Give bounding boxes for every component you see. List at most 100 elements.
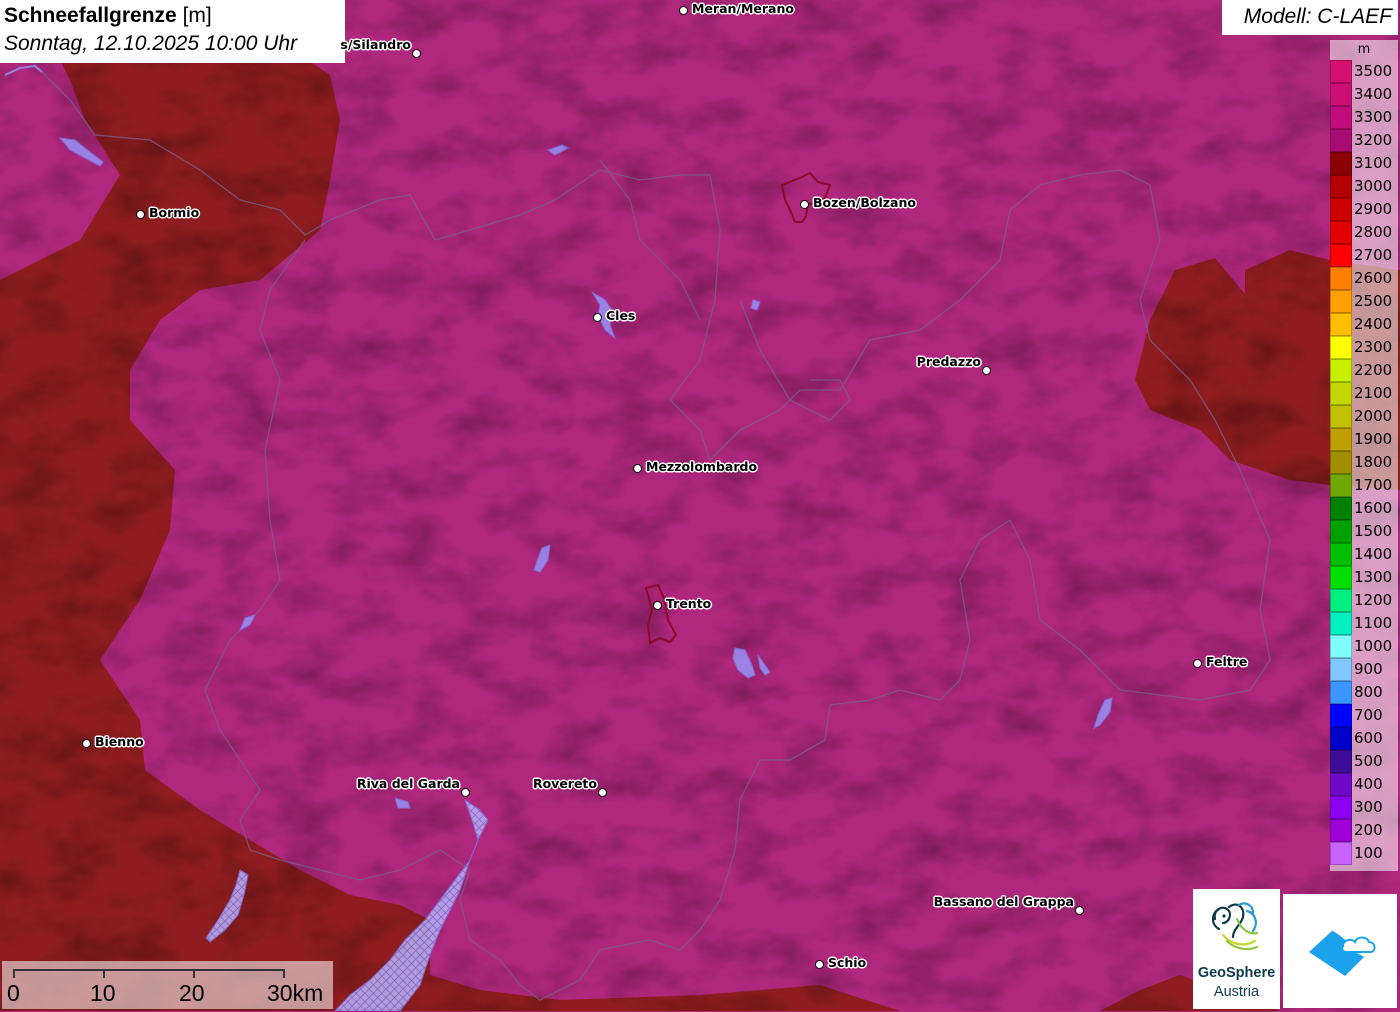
legend-swatch <box>1330 819 1352 842</box>
legend-swatch <box>1330 658 1352 681</box>
legend-label: 2800 <box>1354 223 1393 241</box>
legend-label: 900 <box>1354 660 1383 678</box>
legend-swatch <box>1330 244 1352 267</box>
scale-label: 0 <box>7 980 20 1006</box>
legend-label: 600 <box>1354 729 1383 747</box>
city-label[interactable]: Meran/Merano <box>692 1 794 16</box>
geosphere-emblem-icon <box>1211 902 1259 951</box>
legend-label: 1900 <box>1354 430 1393 448</box>
legend-label: 2000 <box>1354 407 1393 425</box>
city-dot[interactable] <box>1193 659 1202 668</box>
legend-swatch <box>1330 704 1352 727</box>
scale-label: 20 <box>179 980 205 1006</box>
city-label[interactable]: Riva del Garda <box>357 776 460 791</box>
legend-label: 300 <box>1354 798 1383 816</box>
terrain-relief <box>0 0 1400 1011</box>
legend-swatch <box>1330 336 1352 359</box>
city-dot[interactable] <box>461 788 470 797</box>
forecast-datetime: Sonntag, 12.10.2025 10:00 Uhr <box>4 32 298 55</box>
legend-swatch <box>1330 474 1352 497</box>
legend-label: 3000 <box>1354 177 1393 195</box>
legend-swatch <box>1330 313 1352 336</box>
legend-label: 2900 <box>1354 200 1393 218</box>
legend-swatch <box>1330 635 1352 658</box>
legend-label: 3500 <box>1354 62 1393 80</box>
legend-swatch <box>1330 727 1352 750</box>
scale-bar-line <box>14 969 284 971</box>
legend-label: 100 <box>1354 844 1383 862</box>
city-dot[interactable] <box>82 739 91 748</box>
city-dot[interactable] <box>815 960 824 969</box>
legend-label: 3100 <box>1354 154 1393 172</box>
legend-label: 2300 <box>1354 338 1393 356</box>
legend-label: 500 <box>1354 752 1383 770</box>
city-dot[interactable] <box>633 464 642 473</box>
legend-label: 1100 <box>1354 614 1393 632</box>
scale-tick <box>103 969 105 978</box>
title-box: Schneefallgrenze [m] Sonntag, 12.10.2025… <box>0 0 345 63</box>
legend-swatch <box>1330 589 1352 612</box>
legend-swatch <box>1330 382 1352 405</box>
geosphere-logo[interactable]: GeoSphere Austria <box>1193 889 1280 1009</box>
city-dot[interactable] <box>1075 906 1084 915</box>
scale-bar: 0 10 20 30km <box>2 961 333 1009</box>
legend-swatch <box>1330 566 1352 589</box>
scale-label: 10 <box>90 980 116 1006</box>
legend-swatch <box>1330 405 1352 428</box>
city-label[interactable]: Cles <box>606 308 635 323</box>
city-dot[interactable] <box>412 49 421 58</box>
legend-label: 1800 <box>1354 453 1393 471</box>
legend-label: 1300 <box>1354 568 1393 586</box>
legend-label: 1400 <box>1354 545 1393 563</box>
city-dot[interactable] <box>679 6 688 15</box>
house-cloud-icon <box>1309 929 1376 976</box>
city-dot[interactable] <box>598 788 607 797</box>
city-label[interactable]: Bassano del Grappa <box>934 894 1074 909</box>
city-label[interactable]: Bormio <box>149 205 199 220</box>
scale-tick <box>193 969 195 978</box>
city-label[interactable]: Feltre <box>1206 654 1247 669</box>
legend-swatch <box>1330 198 1352 221</box>
legend-swatch <box>1330 221 1352 244</box>
legend-swatch <box>1330 175 1352 198</box>
city-label[interactable]: Predazzo <box>917 354 981 369</box>
legend-label: 2500 <box>1354 292 1393 310</box>
legend-swatch <box>1330 106 1352 129</box>
legend-swatch <box>1330 129 1352 152</box>
city-dot[interactable] <box>136 210 145 219</box>
snowfall-line-map[interactable] <box>0 0 1400 1011</box>
legend-label: 1500 <box>1354 522 1393 540</box>
city-label[interactable]: Trento <box>666 596 711 611</box>
city-dot[interactable] <box>653 601 662 610</box>
legend-swatch <box>1330 842 1352 865</box>
map-title: Schneefallgrenze [m] <box>4 4 212 27</box>
legend-label: 2400 <box>1354 315 1393 333</box>
app-logo[interactable] <box>1283 894 1397 1008</box>
city-label[interactable]: Mezzolombardo <box>646 459 757 474</box>
legend-swatch <box>1330 83 1352 106</box>
legend-swatch <box>1330 773 1352 796</box>
scale-tick <box>13 969 15 978</box>
model-label: Modell: C-LAEF <box>1243 5 1392 28</box>
scale-label: 30km <box>267 980 324 1006</box>
city-dot[interactable] <box>982 366 991 375</box>
legend-swatch <box>1330 428 1352 451</box>
legend-label: 3400 <box>1354 85 1393 103</box>
legend-label: 200 <box>1354 821 1383 839</box>
city-dot[interactable] <box>593 313 602 322</box>
legend-label: 1200 <box>1354 591 1393 609</box>
city-label[interactable]: Bozen/Bolzano <box>813 195 916 210</box>
city-label[interactable]: Schio <box>828 955 866 970</box>
legend-label: 2100 <box>1354 384 1393 402</box>
legend-swatch <box>1330 451 1352 474</box>
legend-label: 400 <box>1354 775 1383 793</box>
city-dot[interactable] <box>800 200 809 209</box>
model-box: Modell: C-LAEF <box>1222 0 1398 35</box>
legend-swatch <box>1330 497 1352 520</box>
scale-tick <box>283 969 285 978</box>
legend-swatch <box>1330 290 1352 313</box>
legend-label: 1000 <box>1354 637 1393 655</box>
city-label[interactable]: s/Silandro <box>340 37 411 52</box>
city-label[interactable]: Bienno <box>95 734 144 749</box>
city-label[interactable]: Rovereto <box>533 776 597 791</box>
